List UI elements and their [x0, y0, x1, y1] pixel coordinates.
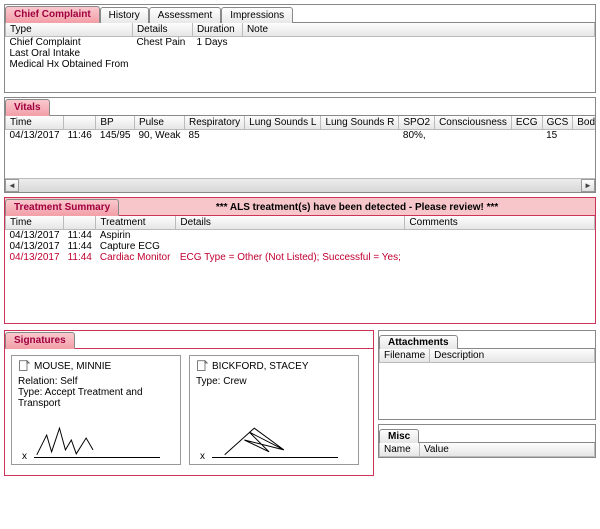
col-type[interactable]: Type	[6, 23, 133, 37]
table-row-als[interactable]: 04/13/2017 11:44 Cardiac Monitor ECG Typ…	[6, 252, 595, 263]
bottom-row: Signatures MOUSE, MINNIE Relation: Self …	[4, 330, 596, 476]
misc-table: Name Value	[379, 443, 595, 457]
table-row[interactable]: 04/13/2017 11:44 Capture ECG	[6, 241, 595, 252]
treatment-table: Time Treatment Details Comments 04/13/20…	[5, 216, 595, 323]
table-row[interactable]: Last Oral Intake	[6, 48, 595, 59]
tab-impressions[interactable]: Impressions	[221, 7, 293, 23]
note-icon	[196, 360, 208, 372]
tab-history[interactable]: History	[100, 7, 149, 23]
signature-card[interactable]: BICKFORD, STACEY Type: Crew x	[189, 355, 359, 465]
table-row[interactable]: Medical Hx Obtained From	[6, 59, 595, 70]
col-bodytemp[interactable]: Body Temp	[573, 116, 595, 130]
tab-vitals[interactable]: Vitals	[5, 99, 50, 116]
col-time[interactable]: Time	[6, 216, 64, 230]
attachments-table: Filename Description	[379, 349, 595, 363]
signature-scribble	[200, 420, 348, 460]
scroll-left-icon[interactable]: ◄	[5, 179, 19, 192]
col-lung-l[interactable]: Lung Sounds L	[245, 116, 321, 130]
col-time[interactable]: Time	[6, 116, 64, 130]
col-lung-r[interactable]: Lung Sounds R	[321, 116, 399, 130]
chief-complaint-panel: Chief Complaint History Assessment Impre…	[4, 4, 596, 93]
table-row[interactable]: 04/13/2017 11:46 145/95 90, Weak 85 80%,…	[6, 130, 596, 142]
signature-name: BICKFORD, STACEY	[212, 361, 309, 372]
signature-x-mark: x	[200, 451, 205, 462]
col-pulse[interactable]: Pulse	[134, 116, 184, 130]
col-duration[interactable]: Duration	[192, 23, 242, 37]
col-details[interactable]: Details	[132, 23, 192, 37]
col-ecg[interactable]: ECG	[511, 116, 542, 130]
signatures-panel: Signatures MOUSE, MINNIE Relation: Self …	[4, 330, 374, 476]
note-icon	[18, 360, 30, 372]
col-comments[interactable]: Comments	[405, 216, 595, 230]
tab-attachments[interactable]: Attachments	[379, 335, 458, 349]
col-name[interactable]: Name	[380, 443, 420, 457]
col-filename[interactable]: Filename	[380, 349, 430, 363]
col-gcs[interactable]: GCS	[542, 116, 573, 130]
signature-type: Type: Accept Treatment and Transport	[18, 387, 174, 409]
signature-x-mark: x	[22, 451, 27, 462]
table-row[interactable]: 04/13/2017 11:44 Aspirin	[6, 230, 595, 242]
tab-assessment[interactable]: Assessment	[149, 7, 221, 23]
col-treatment[interactable]: Treatment	[96, 216, 176, 230]
signature-card[interactable]: MOUSE, MINNIE Relation: Self Type: Accep…	[11, 355, 181, 465]
col-description[interactable]: Description	[430, 349, 595, 363]
tab-treatment-summary[interactable]: Treatment Summary	[5, 199, 119, 216]
misc-panel: Misc Name Value	[378, 424, 596, 458]
tab-signatures[interactable]: Signatures	[5, 332, 75, 349]
treatment-summary-panel: Treatment Summary *** ALS treatment(s) h…	[4, 197, 596, 324]
col-consciousness[interactable]: Consciousness	[435, 116, 512, 130]
col-time2[interactable]	[64, 116, 96, 130]
vitals-panel: Vitals Time BP Pulse Respiratory Lung So…	[4, 97, 596, 193]
signature-area: x	[22, 420, 170, 460]
signature-scribble	[22, 420, 170, 460]
col-respiratory[interactable]: Respiratory	[185, 116, 245, 130]
signature-area: x	[200, 420, 348, 460]
vitals-table: Time BP Pulse Respiratory Lung Sounds L …	[5, 116, 595, 141]
signature-type: Type: Crew	[196, 376, 352, 387]
scroll-track[interactable]	[19, 179, 581, 192]
col-note[interactable]: Note	[242, 23, 594, 37]
col-details[interactable]: Details	[176, 216, 405, 230]
signature-relation: Relation: Self	[18, 376, 174, 387]
signature-name: MOUSE, MINNIE	[34, 361, 111, 372]
tab-chief-complaint[interactable]: Chief Complaint	[5, 6, 100, 23]
col-bp[interactable]: BP	[96, 116, 135, 130]
als-alert-banner: *** ALS treatment(s) have been detected …	[119, 200, 595, 215]
attachments-panel: Attachments Filename Description	[378, 330, 596, 420]
scroll-right-icon[interactable]: ►	[581, 179, 595, 192]
col-spo2[interactable]: SPO2	[399, 116, 435, 130]
vitals-hscrollbar[interactable]: ◄ ►	[5, 178, 595, 192]
chief-complaint-tabs: Chief Complaint History Assessment Impre…	[5, 5, 595, 23]
tab-misc[interactable]: Misc	[379, 429, 419, 443]
chief-complaint-table: Type Details Duration Note Chief Complai…	[5, 23, 595, 92]
col-time2[interactable]	[64, 216, 96, 230]
col-value[interactable]: Value	[420, 443, 595, 457]
table-row[interactable]: Chief Complaint Chest Pain 1 Days	[6, 37, 595, 49]
